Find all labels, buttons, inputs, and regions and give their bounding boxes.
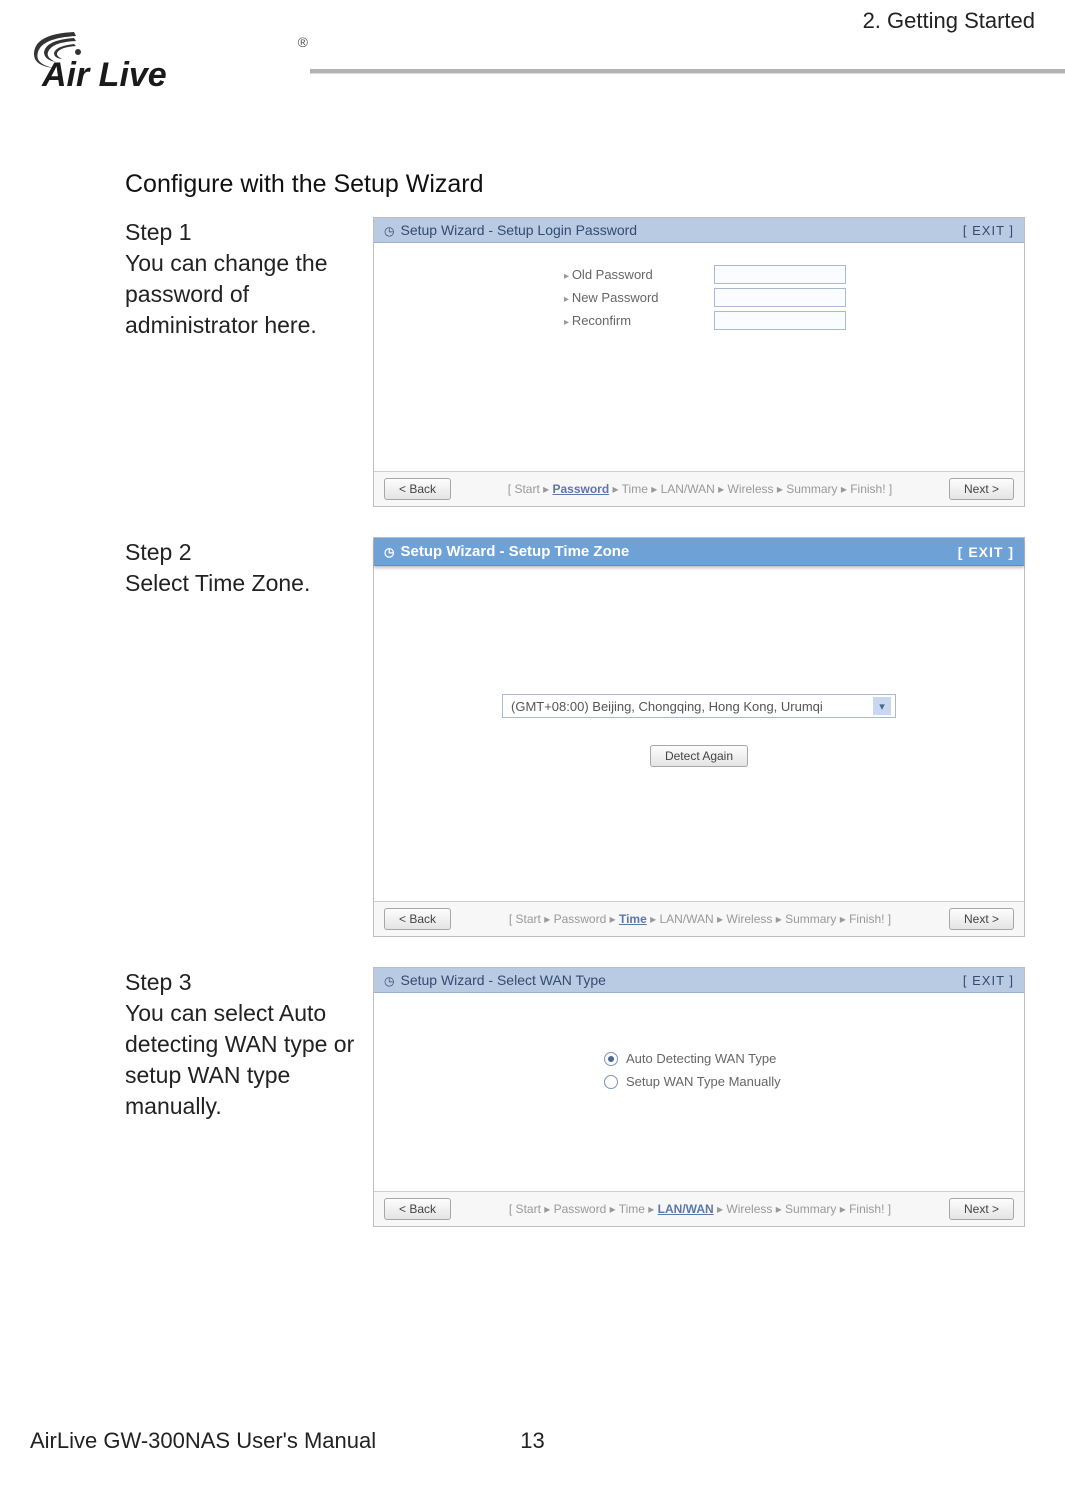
- step-1-text: Step 1 You can change the password of ad…: [125, 217, 373, 341]
- step-2-screenshot: ◷ Setup Wizard - Setup Time Zone [ EXIT ]…: [373, 537, 1025, 937]
- step-3-desc: You can select Auto detecting WAN type o…: [125, 998, 355, 1122]
- step-1-screenshot: ◷ Setup Wizard - Setup Login Password [ E…: [373, 217, 1025, 507]
- step-3-titlebar: ◷ Setup Wizard - Select WAN Type [ EXIT ]: [374, 968, 1024, 993]
- content-area: Configure with the Setup Wizard Step 1 Y…: [125, 170, 1025, 1369]
- bullet-icon: ◷: [384, 224, 394, 238]
- radio-manual[interactable]: [604, 1075, 618, 1089]
- exit-link[interactable]: [ EXIT ]: [963, 223, 1014, 238]
- back-button[interactable]: < Back: [384, 1198, 451, 1220]
- step-3-screenshot: ◷ Setup Wizard - Select WAN Type [ EXIT ]…: [373, 967, 1025, 1227]
- bullet-icon: ◷: [384, 974, 394, 988]
- step-2-text: Step 2 Select Time Zone.: [125, 537, 373, 599]
- svg-text:Air Live: Air Live: [41, 56, 167, 94]
- breadcrumb: [ Start ▸ Password ▸ Time ▸ LAN/WAN ▸ Wi…: [451, 482, 949, 496]
- exit-link[interactable]: [ EXIT ]: [958, 544, 1014, 560]
- breadcrumb-active: Password: [552, 482, 609, 496]
- step-1-window-title: Setup Wizard - Setup Login Password: [400, 222, 637, 238]
- radio-auto-label: Auto Detecting WAN Type: [626, 1051, 776, 1066]
- detect-again-button[interactable]: Detect Again: [650, 745, 748, 767]
- next-button[interactable]: Next >: [949, 1198, 1014, 1220]
- registered-mark: ®: [298, 34, 308, 50]
- step-1-desc: You can change the password of administr…: [125, 248, 355, 341]
- new-password-label: New Password: [564, 290, 714, 305]
- breadcrumb: [ Start ▸ Password ▸ Time ▸ LAN/WAN ▸ Wi…: [451, 1202, 949, 1216]
- step-1-footerbar: < Back [ Start ▸ Password ▸ Time ▸ LAN/W…: [374, 471, 1024, 506]
- step-3-window-title: Setup Wizard - Select WAN Type: [400, 972, 605, 988]
- radio-manual-label: Setup WAN Type Manually: [626, 1074, 781, 1089]
- chapter-heading: 2. Getting Started: [863, 8, 1035, 34]
- new-password-input[interactable]: [714, 288, 846, 307]
- step-2-window-title: Setup Wizard - Setup Time Zone: [400, 543, 629, 560]
- page-footer: AirLive GW-300NAS User's Manual 13: [30, 1428, 1035, 1454]
- next-button[interactable]: Next >: [949, 908, 1014, 930]
- radio-manual-row[interactable]: Setup WAN Type Manually: [604, 1074, 994, 1089]
- step-2-titlebar: ◷ Setup Wizard - Setup Time Zone [ EXIT ]: [374, 538, 1024, 566]
- breadcrumb-active: Time: [619, 912, 647, 926]
- step-2-desc: Select Time Zone.: [125, 568, 355, 599]
- old-password-label: Old Password: [564, 267, 714, 282]
- step-1-titlebar: ◷ Setup Wizard - Setup Login Password [ E…: [374, 218, 1024, 243]
- document-page: 2. Getting Started Air Live ® Configure …: [0, 0, 1065, 1489]
- section-title: Configure with the Setup Wizard: [125, 170, 1025, 199]
- reconfirm-input[interactable]: [714, 311, 846, 330]
- manual-title: AirLive GW-300NAS User's Manual: [30, 1428, 376, 1454]
- step-2-label: Step 2: [125, 537, 355, 568]
- step-1-row: Step 1 You can change the password of ad…: [125, 217, 1025, 507]
- exit-link[interactable]: [ EXIT ]: [963, 973, 1014, 988]
- reconfirm-row: Reconfirm: [564, 311, 994, 330]
- step-3-footerbar: < Back [ Start ▸ Password ▸ Time ▸ LAN/W…: [374, 1191, 1024, 1226]
- next-button[interactable]: Next >: [949, 478, 1014, 500]
- old-password-input[interactable]: [714, 265, 846, 284]
- back-button[interactable]: < Back: [384, 478, 451, 500]
- step-2-row: Step 2 Select Time Zone. ◷ Setup Wizard -…: [125, 537, 1025, 937]
- step-3-row: Step 3 You can select Auto detecting WAN…: [125, 967, 1025, 1227]
- radio-auto-row[interactable]: Auto Detecting WAN Type: [604, 1051, 994, 1066]
- header-rule-shadow: [310, 73, 1065, 74]
- timezone-value: (GMT+08:00) Beijing, Chongqing, Hong Kon…: [511, 699, 823, 714]
- timezone-select[interactable]: (GMT+08:00) Beijing, Chongqing, Hong Kon…: [502, 694, 896, 718]
- reconfirm-label: Reconfirm: [564, 313, 714, 328]
- breadcrumb-active: LAN/WAN: [658, 1202, 714, 1216]
- bullet-icon: ◷: [384, 545, 394, 559]
- new-password-row: New Password: [564, 288, 994, 307]
- step-1-label: Step 1: [125, 217, 355, 248]
- page-number: 13: [520, 1428, 544, 1454]
- brand-logo: Air Live ®: [24, 24, 304, 94]
- breadcrumb: [ Start ▸ Password ▸ Time ▸ LAN/WAN ▸ Wi…: [451, 912, 949, 926]
- step-3-label: Step 3: [125, 967, 355, 998]
- radio-auto[interactable]: [604, 1052, 618, 1066]
- chevron-down-icon: ▾: [873, 697, 891, 715]
- back-button[interactable]: < Back: [384, 908, 451, 930]
- old-password-row: Old Password: [564, 265, 994, 284]
- step-3-text: Step 3 You can select Auto detecting WAN…: [125, 967, 373, 1122]
- step-2-footerbar: < Back [ Start ▸ Password ▸ Time ▸ LAN/W…: [374, 901, 1024, 936]
